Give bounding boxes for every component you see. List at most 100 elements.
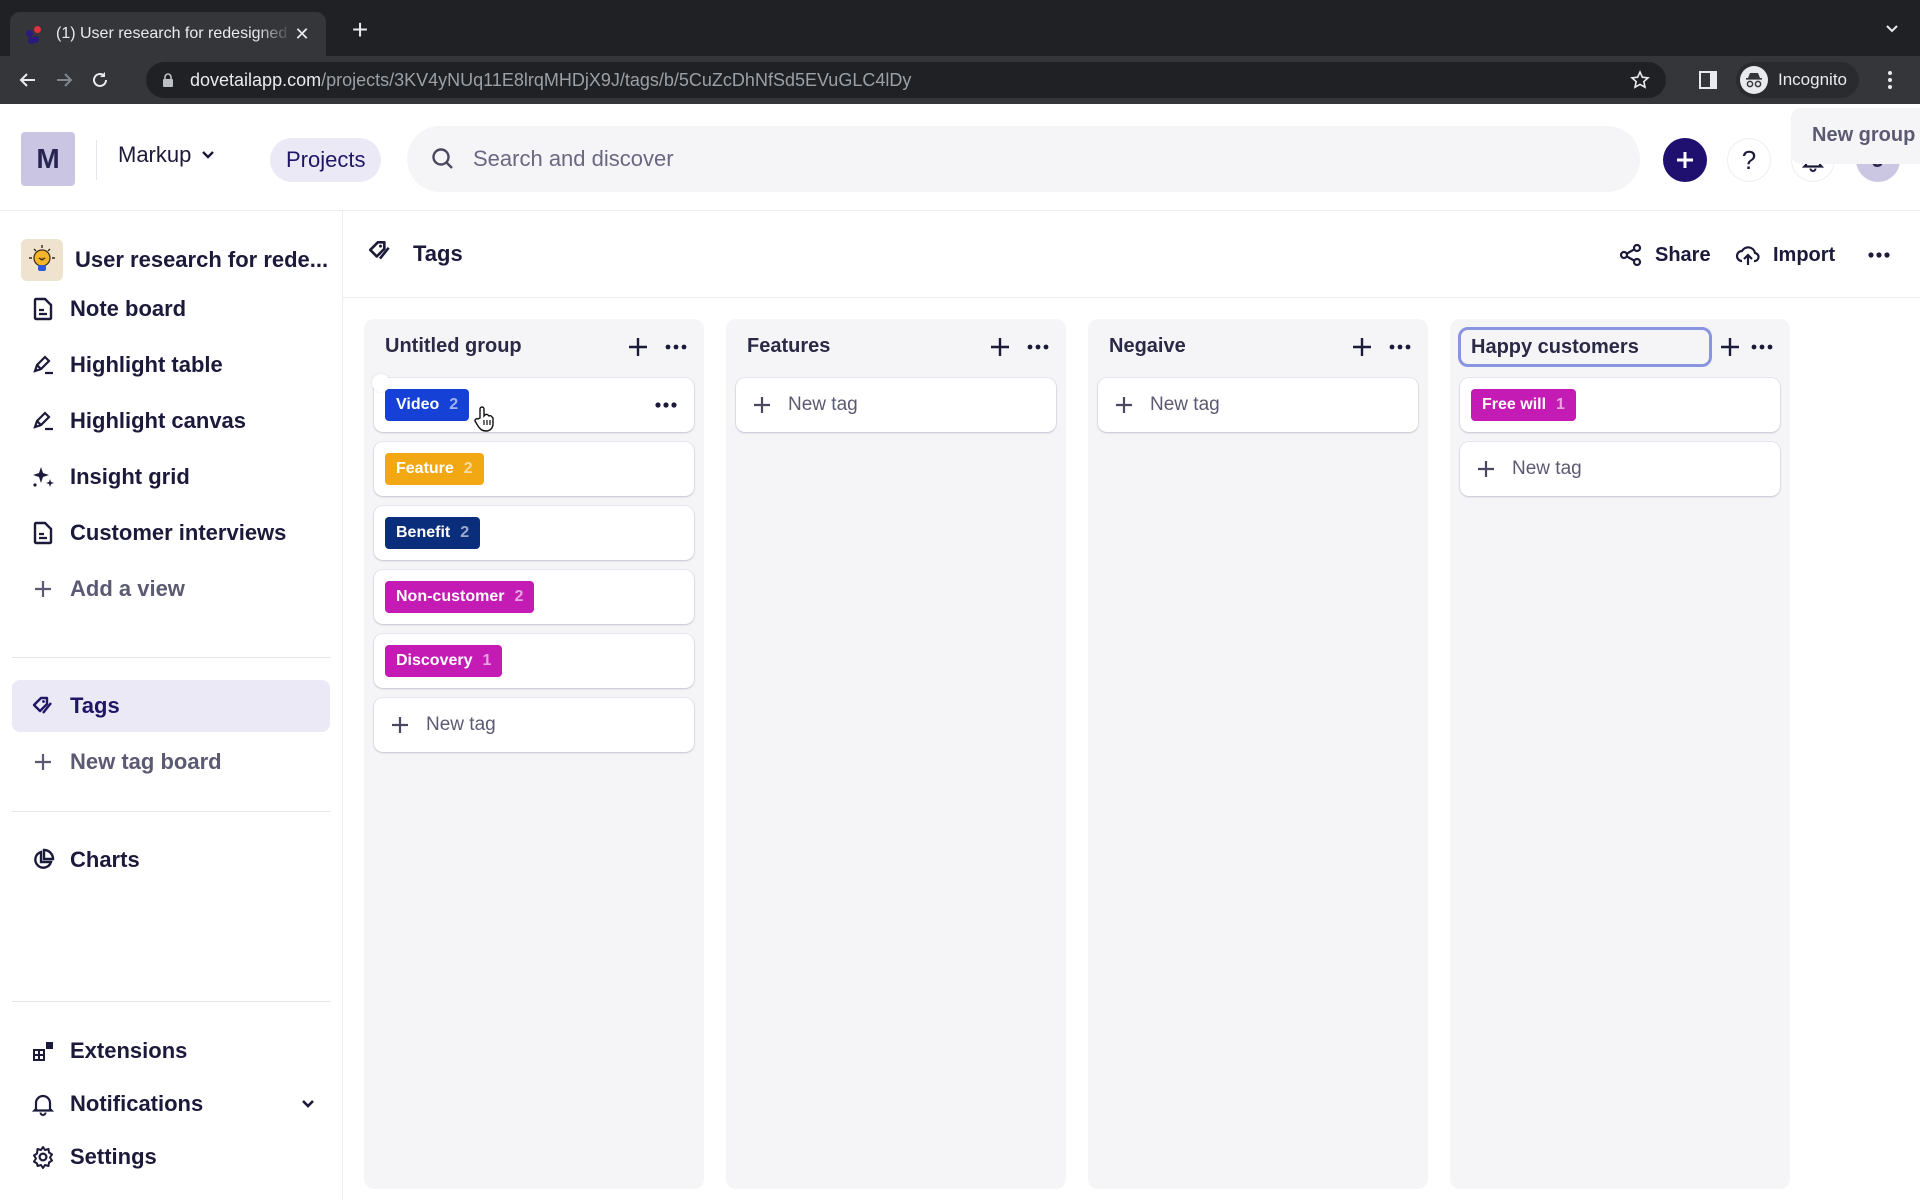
sidebar-item-settings[interactable]: Settings [12, 1131, 330, 1183]
tag-card[interactable]: Feature 2 [374, 442, 694, 496]
share-button[interactable]: Share [1619, 237, 1711, 273]
group-name[interactable]: Negaive [1109, 335, 1186, 358]
extensions-icon [30, 1038, 56, 1064]
tag-count: 1 [482, 652, 492, 669]
tag-card[interactable]: Video 2 [372, 374, 694, 432]
chevron-down-icon[interactable] [300, 1092, 316, 1116]
group-name[interactable]: Features [747, 335, 830, 358]
search-bar[interactable] [407, 126, 1640, 192]
browser-tab-strip: (1) User research for redesigned ✕ + [0, 0, 1920, 56]
more-horizontal-icon [1868, 252, 1890, 258]
project-name: User research for rede... [75, 247, 329, 272]
browser-toolbar: dovetailapp.com/projects/3KV4yNUq11E8lrq… [0, 56, 1920, 104]
tag-card[interactable]: Discovery 1 [374, 634, 694, 688]
sidebar-item-charts[interactable]: Charts [12, 834, 330, 886]
new-group-button[interactable]: New group [1791, 108, 1920, 164]
sidebar-item-label: Notifications [70, 1091, 204, 1116]
url-host: dovetailapp.com [190, 69, 322, 90]
back-button[interactable] [10, 62, 46, 98]
gear-icon [30, 1144, 56, 1170]
new-tag-button[interactable]: New tag [1098, 378, 1418, 432]
tag-chip-free-will[interactable]: Free will 1 [1471, 389, 1576, 421]
drag-handle[interactable] [372, 374, 390, 392]
lightbulb-icon [21, 239, 63, 281]
address-bar[interactable]: dovetailapp.com/projects/3KV4yNUq11E8lrq… [146, 62, 1666, 98]
tag-card[interactable]: Non-customer 2 [374, 570, 694, 624]
add-tag-plus-icon[interactable] [624, 333, 652, 361]
sidebar-item-note-board[interactable]: Note board [12, 283, 330, 335]
reload-button[interactable] [82, 62, 118, 98]
workspace-avatar[interactable]: M [21, 132, 75, 186]
sidebar-item-customer-interviews[interactable]: Customer interviews [12, 507, 330, 559]
group-more-icon[interactable] [1024, 333, 1052, 361]
tag-card[interactable]: Free will 1 [1460, 378, 1780, 432]
new-tag-board-button[interactable]: New tag board [12, 736, 330, 788]
note-icon [30, 520, 56, 546]
tag-group-column: Free will1 New tag [1450, 319, 1790, 1189]
new-tag-button[interactable]: New tag [1460, 442, 1780, 496]
group-name-input[interactable] [1458, 327, 1712, 367]
tag-chip-non-customer[interactable]: Non-customer 2 [385, 581, 535, 613]
tab-search-chevron-icon[interactable] [1884, 20, 1900, 36]
side-panel-icon[interactable] [1698, 70, 1718, 90]
bookmark-star-icon[interactable] [1630, 70, 1650, 90]
sidebar-item-label: Tags [70, 693, 120, 718]
share-icon [1619, 243, 1642, 267]
sidebar-divider [12, 1001, 330, 1002]
sidebar-item-tags[interactable]: Tags [12, 680, 330, 732]
hand-cursor-icon [474, 406, 494, 432]
close-tab-icon[interactable]: ✕ [292, 24, 312, 45]
new-tag-button[interactable]: New tag [374, 698, 694, 752]
tag-count: 1 [1556, 396, 1565, 413]
tag-more-icon[interactable] [652, 391, 680, 419]
sidebar-item-insight-grid[interactable]: Insight grid [12, 451, 330, 503]
tag-count: 2 [514, 588, 524, 605]
import-button[interactable]: Import [1735, 237, 1835, 273]
create-button[interactable] [1663, 138, 1707, 182]
help-button[interactable]: ? [1727, 138, 1771, 182]
tag-group-column: Features New tag [726, 319, 1066, 1189]
page-title-text: Tags [413, 241, 463, 266]
forward-button[interactable] [46, 62, 82, 98]
tag-count: 2 [463, 460, 473, 477]
add-view-button[interactable]: Add a view [12, 563, 330, 615]
import-label: Import [1773, 243, 1836, 266]
new-tag-label: New tag [788, 394, 858, 415]
page-title: Tags [367, 239, 463, 269]
sidebar-item-notifications[interactable]: Notifications [12, 1078, 330, 1130]
tag-chip-discovery[interactable]: Discovery 1 [385, 645, 503, 677]
new-tag-button[interactable]: New tag [736, 378, 1056, 432]
url-path: /projects/3KV4yNUq11E8lrqMHDjX9J/tags/b/… [321, 69, 912, 90]
cloud-upload-icon [1735, 246, 1760, 265]
new-tag-label: New tag [426, 714, 496, 735]
browser-tab[interactable]: (1) User research for redesigned ✕ [10, 12, 326, 56]
group-more-icon[interactable] [1748, 333, 1776, 361]
group-more-icon[interactable] [1386, 333, 1414, 361]
tag-chip-video[interactable]: Video 2 [385, 389, 470, 421]
projects-button[interactable]: Projects [270, 138, 382, 182]
add-tag-plus-icon[interactable] [1348, 333, 1376, 361]
add-tag-plus-icon[interactable] [1716, 333, 1744, 361]
tag-chip-benefit[interactable]: Benefit 2 [385, 517, 481, 549]
sidebar-item-highlight-canvas[interactable]: Highlight canvas [12, 395, 330, 447]
tag-card[interactable]: Benefit 2 [374, 506, 694, 560]
sidebar-item-label: Insight grid [70, 464, 190, 489]
new-tag-label: New tag [1150, 394, 1220, 415]
browser-menu-icon[interactable] [1882, 68, 1898, 92]
group-more-icon[interactable] [662, 333, 690, 361]
sparkle-icon [30, 464, 56, 490]
plus-icon [30, 749, 56, 775]
sidebar-item-extensions[interactable]: Extensions [12, 1025, 330, 1077]
incognito-profile-button[interactable]: Incognito [1736, 62, 1859, 98]
tag-board: Untitled group Video 2 Feature 2 Benefit 2 … [364, 319, 1920, 1189]
tag-chip-feature[interactable]: Feature 2 [385, 453, 484, 485]
group-name[interactable]: Untitled group [385, 335, 522, 358]
pie-chart-icon [30, 847, 56, 873]
search-input[interactable] [473, 146, 1573, 172]
page-more-button[interactable] [1867, 237, 1891, 273]
workspace-switcher[interactable]: Markup [118, 142, 215, 168]
new-tab-button[interactable]: + [346, 16, 374, 44]
sidebar-item-highlight-table[interactable]: Highlight table [12, 339, 330, 391]
add-tag-plus-icon[interactable] [986, 333, 1014, 361]
project-title[interactable]: User research for rede... [21, 239, 328, 281]
